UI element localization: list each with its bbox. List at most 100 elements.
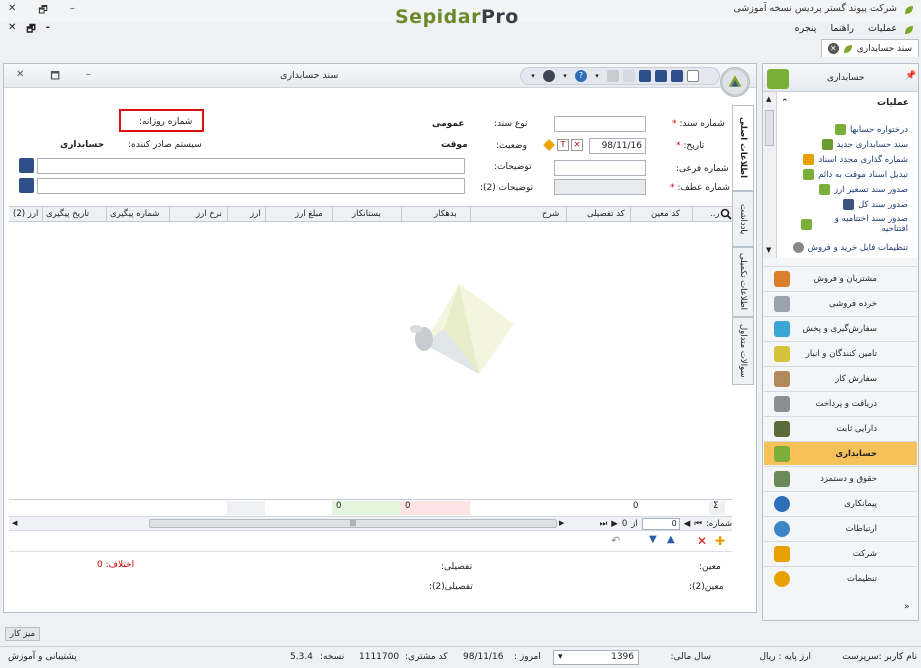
scroll-right-icon[interactable]: ▶ <box>559 519 564 527</box>
copy-icon[interactable] <box>623 70 635 82</box>
sub-no-input[interactable] <box>554 160 646 176</box>
nav-current-input[interactable]: 0 <box>641 518 680 530</box>
op-summary-voucher[interactable]: صدور سند کل <box>843 199 908 210</box>
op-closing-voucher[interactable]: صدور سند اختتامیه و افتتاحیه <box>798 214 908 234</box>
fiscal-year-select[interactable]: ▾ 1396 <box>553 650 639 665</box>
nav-last-icon[interactable]: ⏭ <box>600 519 608 529</box>
voucher-minimize-button[interactable]: – <box>86 69 91 86</box>
desc-save-icon[interactable] <box>19 158 34 173</box>
nav-work-order[interactable]: سفارش کار <box>764 366 917 390</box>
nav-suppliers-warehouse[interactable]: تامین کنندگان و انبار <box>764 341 917 365</box>
col-debit[interactable]: بدهکار <box>434 209 457 219</box>
op-fx-voucher[interactable]: صدور سند تسعیر ارز <box>818 184 908 195</box>
clear-date-icon[interactable]: ✕ <box>571 139 583 151</box>
col-currency-rate[interactable]: نرخ ارز <box>196 209 222 219</box>
close-window-button[interactable]: ✕ <box>8 3 16 17</box>
nav-accounting[interactable]: حسابداری <box>764 441 917 465</box>
new-voucher-icon <box>821 139 833 150</box>
close-tab-icon[interactable]: ✕ <box>827 43 839 54</box>
col-tafsili-code[interactable]: کد تفصیلی <box>587 209 625 219</box>
menubar: ✕ 🗗 - عملیات راهنما پنجره <box>0 20 921 38</box>
nav-contracting[interactable]: پیمانکاری <box>764 491 917 515</box>
add-row-icon[interactable]: ✚ <box>715 534 725 548</box>
scroll-left-icon[interactable]: ◀ <box>12 519 17 527</box>
op-accounts-tree[interactable]: درختواره حسابها <box>834 124 908 135</box>
nav-order-distribution[interactable]: سفارش‌گیری و پخش <box>764 316 917 340</box>
save-new-icon[interactable] <box>655 70 667 82</box>
col-description[interactable]: شرح <box>542 209 559 219</box>
voucher-close-button[interactable]: ✕ <box>16 69 24 86</box>
mdi-close-button[interactable]: ✕ <box>8 22 16 39</box>
op-new-voucher[interactable]: سند حسابداری جدید <box>821 139 908 150</box>
nav-next-icon[interactable]: ▶ <box>611 519 618 529</box>
support-link[interactable]: پشتیبانی و آموزش <box>8 652 77 662</box>
desc2-input[interactable] <box>37 178 465 194</box>
op-renumber[interactable]: شماره گذاری مجدد اسناد <box>803 154 908 165</box>
col-currency-amount[interactable]: مبلغ ارز <box>295 209 323 219</box>
tab-accounting-voucher[interactable]: سند حسابداری ✕ <box>820 39 919 57</box>
col-moein-code[interactable]: کد معین <box>651 209 680 219</box>
mdi-restore-button[interactable]: 🗗 <box>26 22 35 39</box>
delete-row-icon[interactable]: ✕ <box>697 534 707 548</box>
nav-settings[interactable]: تنظیمات <box>764 566 917 590</box>
help-icon[interactable]: ? <box>575 70 587 82</box>
desc-input[interactable] <box>37 158 465 174</box>
voucher-no-input[interactable] <box>554 116 646 132</box>
col-row-no[interactable]: ر.. <box>710 209 720 219</box>
ref-no-input[interactable] <box>554 179 646 195</box>
nav-first-icon[interactable]: ⏮ <box>694 519 702 529</box>
desc2-save-icon[interactable] <box>19 178 34 193</box>
scroll-thumb[interactable]: ||| <box>149 519 557 528</box>
col-credit[interactable]: بستانکار <box>352 209 381 219</box>
nav-fixed-assets[interactable]: دارایی ثابت <box>764 416 917 440</box>
op-finalize[interactable]: تبدیل اسناد موقت به دائم <box>803 169 908 180</box>
restore-window-button[interactable]: 🗗 <box>38 3 47 17</box>
col-currency-2[interactable]: ارز (2) <box>13 209 38 219</box>
save-icon[interactable] <box>671 70 683 82</box>
nav-customers-sales[interactable]: مشتریان و فروش <box>764 266 917 290</box>
tab-extra-info[interactable]: اطلاعات تکمیلی <box>732 247 754 317</box>
date-input[interactable]: 98/11/16 <box>589 138 646 154</box>
undo-icon[interactable]: ↶ <box>611 534 620 547</box>
nav-communications[interactable]: ارتباطات <box>764 516 917 540</box>
menu-window[interactable]: پنجره <box>795 23 817 34</box>
today-t-icon[interactable]: T <box>557 139 569 151</box>
scroll-down-icon[interactable]: ▼ <box>766 246 771 254</box>
nav-prev-icon[interactable]: ◀ <box>684 519 691 529</box>
scroll-up-icon[interactable]: ▲ <box>766 95 771 103</box>
menu-help[interactable]: راهنما <box>830 23 854 34</box>
calendar-diamond-icon[interactable] <box>543 139 555 151</box>
menu-operations[interactable]: عملیات <box>868 23 897 34</box>
mdi-minimize-button[interactable]: - <box>46 22 50 39</box>
nav-retail[interactable]: خرده فروشی <box>764 291 917 315</box>
op-purchase-sales-file[interactable]: تنظیمات فایل خرید و فروش <box>792 242 908 253</box>
minimize-window-button[interactable]: – <box>70 3 75 17</box>
col-tracking-date[interactable]: تاریخ پیگیری <box>46 209 89 219</box>
nav-payroll[interactable]: حقوق و دستمزد <box>764 466 917 490</box>
nav-company[interactable]: شرکت <box>764 541 917 565</box>
dropdown-arrow-icon[interactable]: ▾ <box>559 70 571 82</box>
search-icon[interactable] <box>720 208 732 220</box>
col-tracking-no[interactable]: شماره پیگیری <box>110 209 159 219</box>
grid-body[interactable] <box>9 222 732 499</box>
save-close-icon[interactable] <box>639 70 651 82</box>
collapse-icon[interactable]: ⌃ <box>781 98 789 112</box>
nav-receipt-payment[interactable]: دریافت و پرداخت <box>764 391 917 415</box>
tab-faq[interactable]: سوالات متداول <box>732 317 754 385</box>
new-document-icon[interactable] <box>687 70 699 82</box>
dropdown-arrow-icon[interactable]: ▾ <box>527 70 539 82</box>
tab-notes[interactable]: یادداشت <box>732 191 754 247</box>
print-icon[interactable] <box>607 70 619 82</box>
move-up-icon[interactable]: ▲ <box>667 534 675 545</box>
desktop-button[interactable]: میز کار <box>5 627 40 641</box>
voucher-restore-button[interactable]: 🗖 <box>50 69 60 86</box>
ops-scroll-thumb[interactable] <box>765 110 774 146</box>
tab-main-info[interactable]: اطلاعات اصلی <box>732 105 754 191</box>
dropdown-arrow-icon[interactable]: ▾ <box>591 70 603 82</box>
compass-icon[interactable] <box>543 70 555 82</box>
ops-scrollbar[interactable]: ▲ ▼ <box>763 92 777 258</box>
expand-more-icon[interactable]: » <box>904 602 910 612</box>
move-down-icon[interactable]: ▼ <box>649 534 657 545</box>
pin-icon[interactable]: 📌 <box>905 71 916 81</box>
col-currency[interactable]: ارز <box>250 209 261 219</box>
